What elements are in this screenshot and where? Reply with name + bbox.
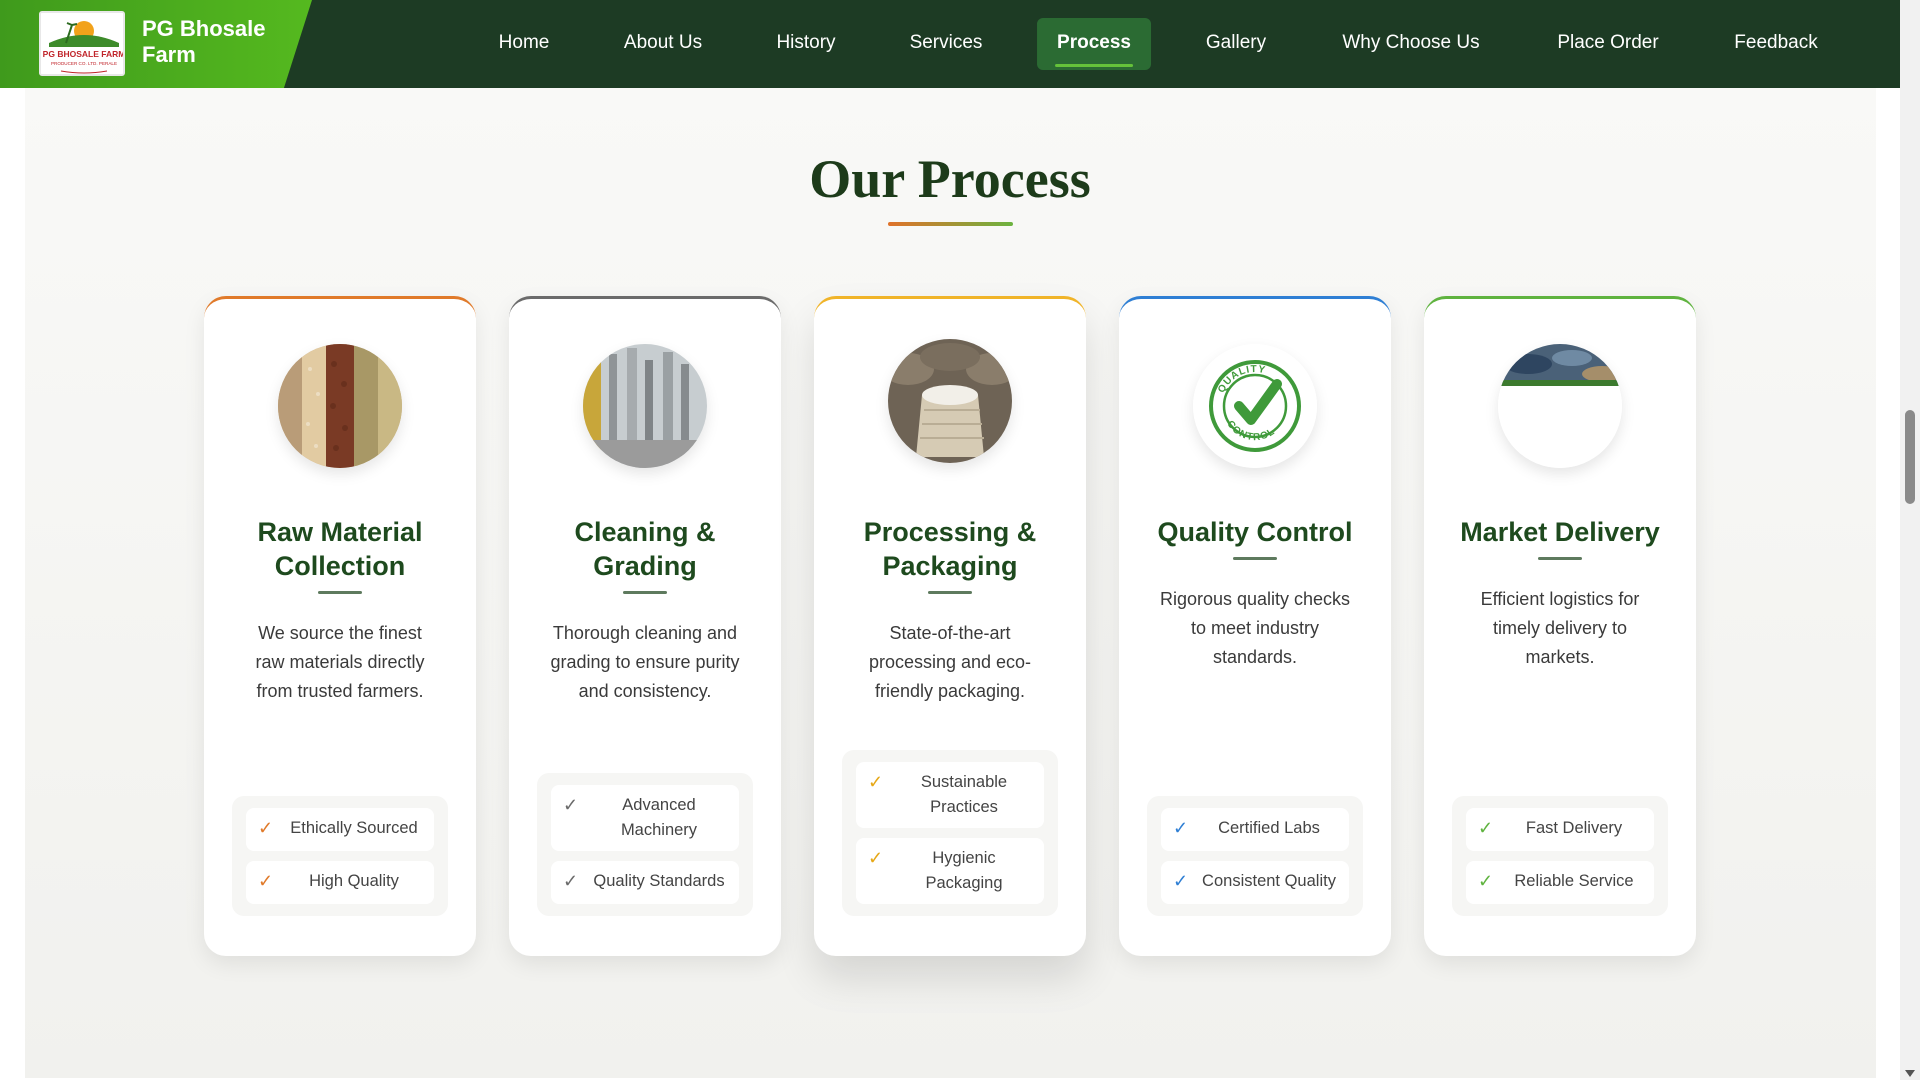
brand-name-line2: Farm	[142, 42, 196, 67]
nav-services[interactable]: Services	[910, 18, 983, 70]
card-description: Thorough cleaning and grading to ensure …	[550, 623, 740, 701]
farm-logo[interactable]: PG BHOSALE FARM PRODUCER CO. LTD. PERALE	[39, 11, 125, 76]
feature-item: ✓ Hygienic Packaging	[856, 838, 1044, 904]
feature-item: ✓ Advanced Machinery	[551, 785, 739, 851]
feature-item: ✓ Reliable Service	[1466, 861, 1654, 904]
process-card-processing-packaging: Processing & Packaging State-of-the-art …	[814, 296, 1086, 956]
feature-list: ✓ Fast Delivery ✓ Reliable Service	[1452, 796, 1668, 916]
card-divider	[1538, 557, 1582, 560]
feature-label: Advanced Machinery	[620, 796, 698, 839]
brand-name[interactable]: PG Bhosale Farm	[142, 16, 265, 68]
feature-item: ✓ Ethically Sourced	[246, 808, 434, 851]
market-photo-icon	[1498, 344, 1622, 468]
grain-sack-photo-icon	[888, 339, 1012, 463]
card-title: Cleaning & Grading	[574, 517, 716, 581]
process-card-cleaning-grading: Cleaning & Grading Thorough cleaning and…	[509, 296, 781, 956]
process-card-quality-control: QUALITY CONTROL Quality Control Rigorous…	[1119, 296, 1391, 956]
card-description: We source the finest raw materials direc…	[255, 623, 425, 701]
top-navbar: PG BHOSALE FARM PRODUCER CO. LTD. PERALE…	[0, 0, 1900, 88]
feature-label: Reliable Service	[1514, 872, 1634, 890]
feature-list: ✓ Advanced Machinery ✓ Quality Standards	[537, 773, 753, 916]
card-description: Rigorous quality checks to meet industry…	[1159, 589, 1351, 667]
process-card-raw-material: Raw Material Collection We source the fi…	[204, 296, 476, 956]
check-icon: ✓	[563, 795, 579, 815]
feature-label: Hygienic Packaging	[925, 849, 1003, 892]
card-divider	[1233, 557, 1277, 560]
feature-label: Consistent Quality	[1202, 872, 1336, 890]
feature-label: High Quality	[309, 872, 399, 890]
check-icon: ✓	[868, 848, 884, 868]
card-title: Quality Control	[1157, 517, 1353, 547]
check-icon: ✓	[868, 772, 884, 792]
nav-about-us[interactable]: About Us	[624, 18, 702, 70]
feature-label: Certified Labs	[1218, 819, 1320, 837]
scrollbar-thumb[interactable]	[1905, 410, 1915, 504]
feature-label: Sustainable Practices	[920, 773, 1008, 816]
nav-place-order[interactable]: Place Order	[1557, 18, 1658, 70]
feature-list: ✓ Ethically Sourced ✓ High Quality	[232, 796, 448, 916]
feature-item: ✓ Fast Delivery	[1466, 808, 1654, 851]
card-divider	[318, 591, 362, 594]
feature-list: ✓ Sustainable Practices ✓ Hygienic Packagi…	[842, 750, 1058, 916]
card-title: Raw Material Collection	[257, 517, 423, 581]
check-icon: ✓	[1173, 818, 1189, 838]
nav-feedback[interactable]: Feedback	[1734, 18, 1817, 70]
feature-list: ✓ Certified Labs ✓ Consistent Quality	[1147, 796, 1363, 916]
check-icon: ✓	[1173, 871, 1189, 891]
feature-label: Ethically Sourced	[290, 819, 418, 837]
logo-subtext: PRODUCER CO. LTD. PERALE	[51, 61, 117, 66]
title-underline	[888, 222, 1013, 226]
card-divider	[928, 591, 972, 594]
card-divider	[623, 591, 667, 594]
brand-name-line1: PG Bhosale	[142, 16, 266, 41]
nav-why-choose-us[interactable]: Why Choose Us	[1342, 18, 1479, 70]
card-description: Efficient logistics for timely delivery …	[1480, 589, 1640, 667]
feature-item: ✓ Certified Labs	[1161, 808, 1349, 851]
section-title: Our Process	[809, 149, 1091, 209]
nav-home[interactable]: Home	[499, 18, 550, 70]
scroll-down-arrow-icon[interactable]	[1905, 1070, 1915, 1077]
check-icon: ✓	[258, 818, 274, 838]
grains-photo-icon	[278, 344, 402, 468]
brand-block[interactable]: PG BHOSALE FARM PRODUCER CO. LTD. PERALE…	[0, 0, 312, 88]
feature-label: Quality Standards	[593, 872, 725, 890]
quality-control-seal-icon: QUALITY CONTROL	[1193, 344, 1317, 468]
card-description: State-of-the-art processing and eco-frie…	[868, 623, 1032, 701]
check-icon: ✓	[563, 871, 579, 891]
nav-process[interactable]: Process	[1037, 18, 1151, 70]
nav-gallery[interactable]: Gallery	[1206, 18, 1266, 70]
feature-item: ✓ High Quality	[246, 861, 434, 904]
check-icon: ✓	[1478, 871, 1494, 891]
feature-label: Fast Delivery	[1525, 819, 1623, 837]
page-scrollbar[interactable]	[1900, 0, 1920, 1080]
feature-item: ✓ Consistent Quality	[1161, 861, 1349, 904]
check-icon: ✓	[1478, 818, 1494, 838]
process-card-market-delivery: Market Delivery Efficient logistics for …	[1424, 296, 1696, 956]
card-title: Market Delivery	[1460, 517, 1660, 547]
feature-item: ✓ Quality Standards	[551, 861, 739, 904]
nav-history[interactable]: History	[776, 18, 835, 70]
card-title: Processing & Packaging	[863, 517, 1037, 581]
check-icon: ✓	[258, 871, 274, 891]
feature-item: ✓ Sustainable Practices	[856, 762, 1044, 828]
logo-text: PG BHOSALE FARM	[43, 49, 125, 59]
factory-machinery-photo-icon	[583, 344, 707, 468]
